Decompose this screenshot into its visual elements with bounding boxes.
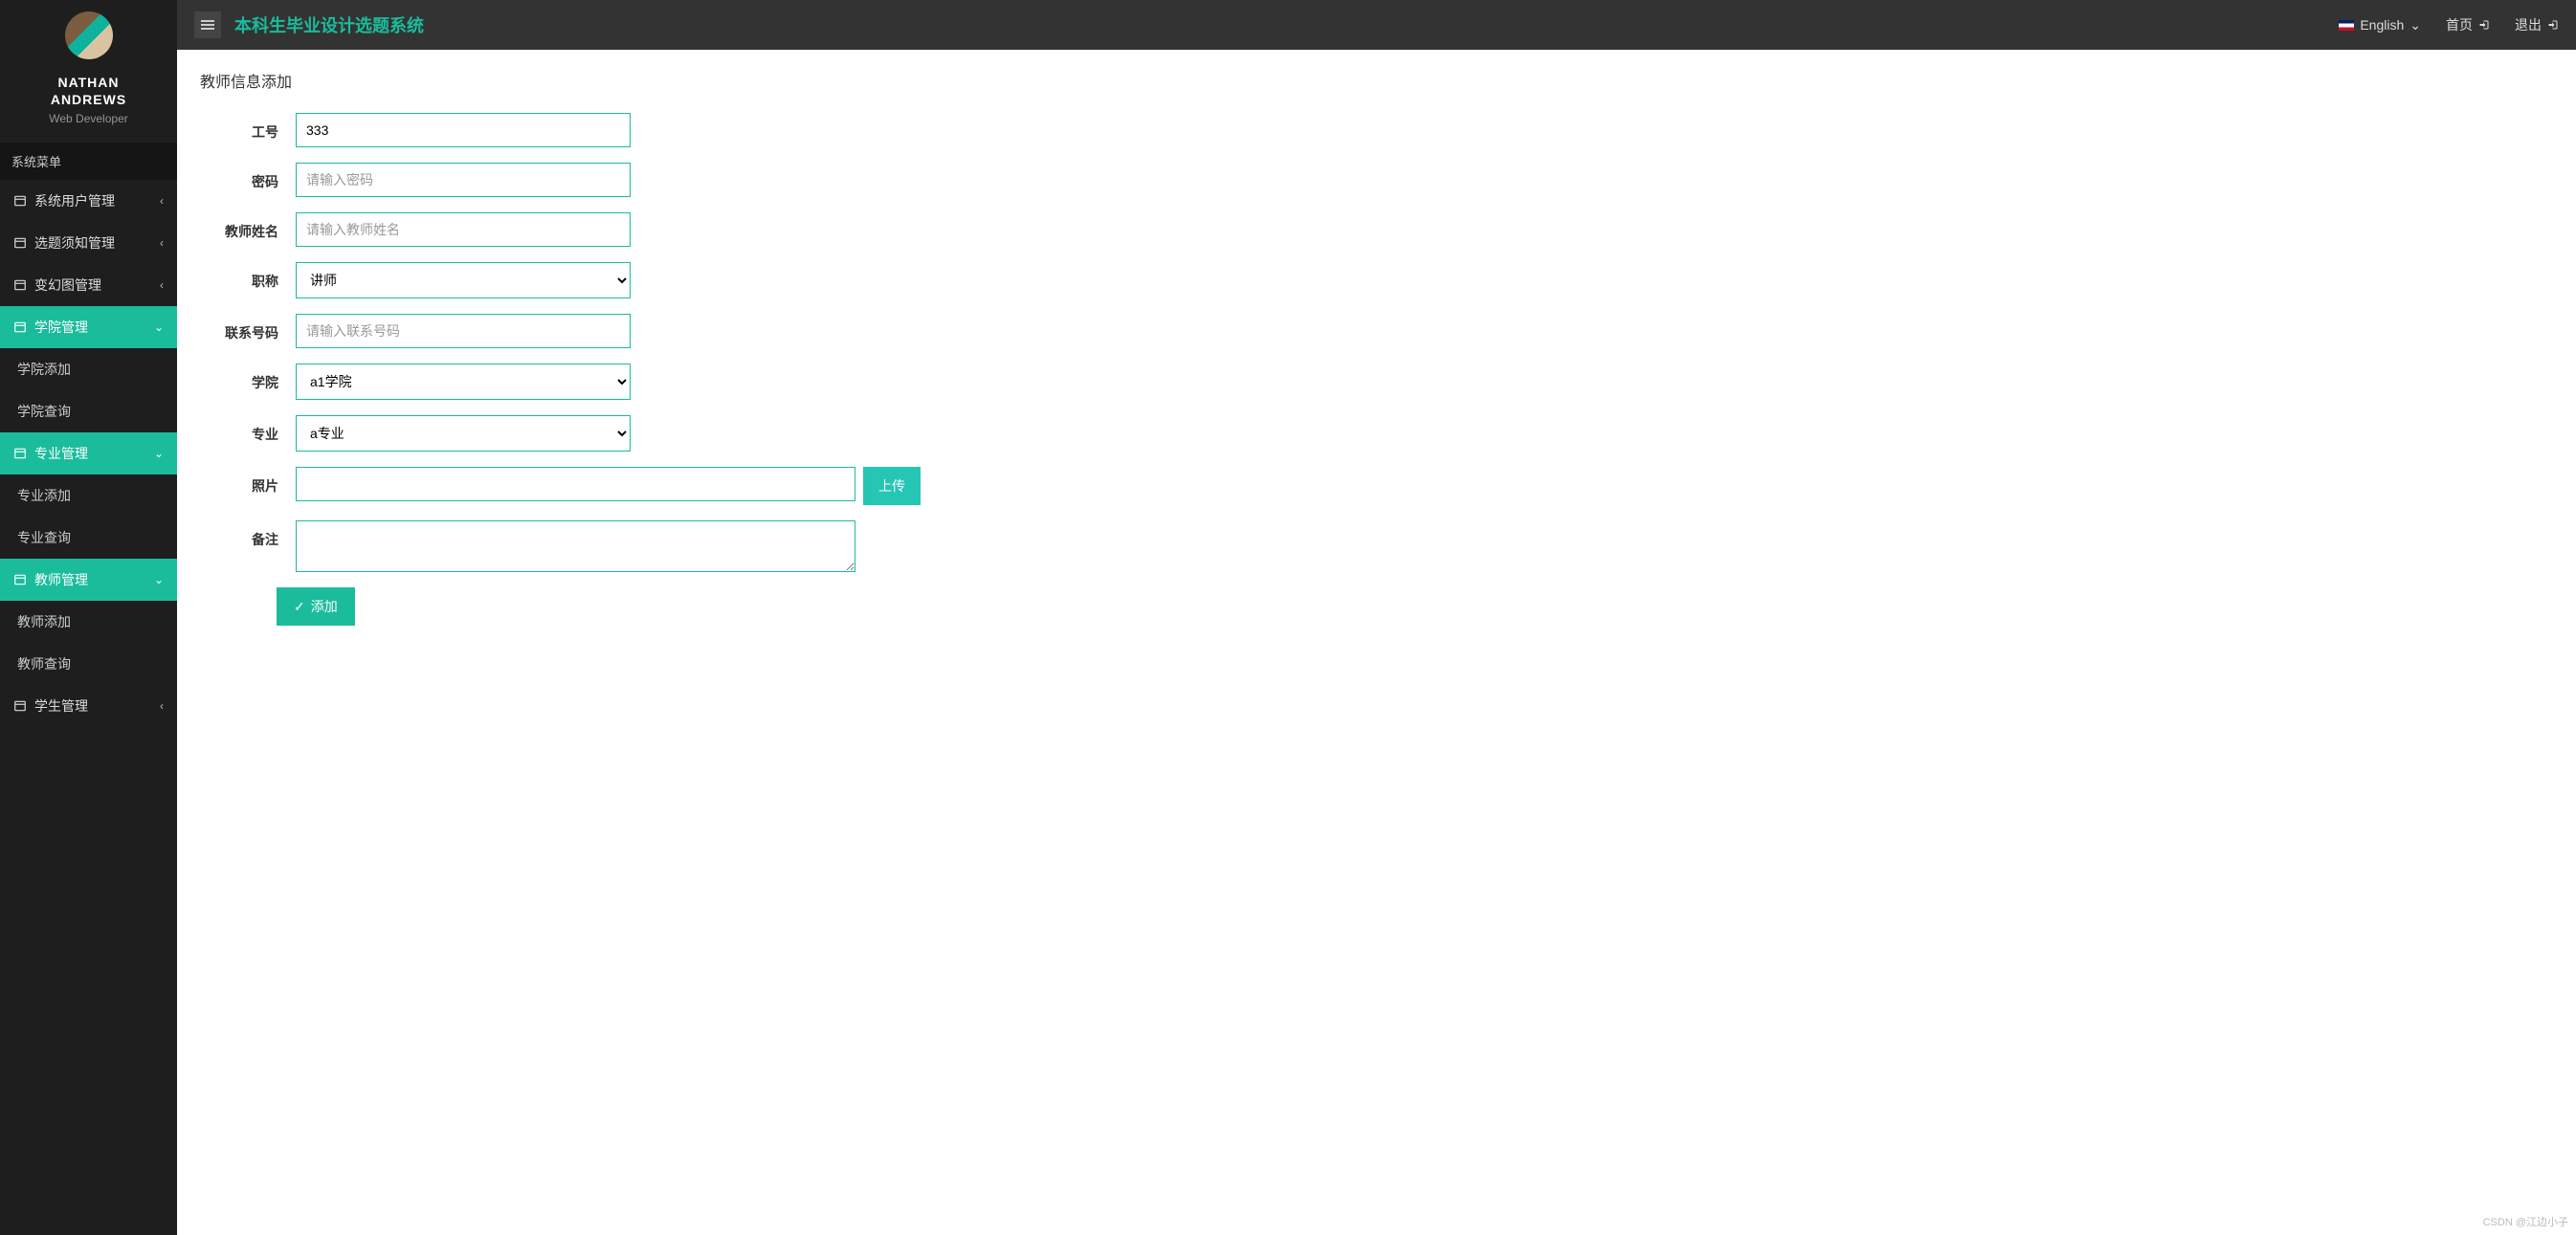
sidebar-sub-major-add[interactable]: 专业添加: [0, 474, 177, 517]
sidebar-item-label: 学生管理: [34, 696, 88, 716]
sidebar-item-label: 系统用户管理: [34, 191, 115, 210]
home-link[interactable]: 首页: [2446, 15, 2490, 34]
label-password: 密码: [200, 163, 296, 191]
avatar: [65, 11, 113, 59]
teacher-name-input[interactable]: [296, 212, 631, 247]
sidebar-item-college[interactable]: 学院管理 ⌄: [0, 306, 177, 348]
chevron-left-icon: ‹: [160, 236, 164, 250]
chevron-left-icon: ‹: [160, 699, 164, 713]
sidebar-menu-title: 系统菜单: [0, 143, 177, 180]
sidebar-sub-major-query[interactable]: 专业查询: [0, 517, 177, 559]
window-icon: [13, 447, 27, 460]
upload-button[interactable]: 上传: [863, 467, 921, 505]
chevron-down-icon: ⌄: [154, 573, 164, 586]
sidebar-sub-teacher-query[interactable]: 教师查询: [0, 643, 177, 685]
label-teacher-name: 教师姓名: [200, 212, 296, 241]
sidebar-item-student[interactable]: 学生管理 ‹: [0, 685, 177, 727]
submit-button[interactable]: ✓ 添加: [277, 587, 355, 626]
major-select[interactable]: a专业: [296, 415, 631, 452]
title-select[interactable]: 讲师: [296, 262, 631, 298]
sidebar-item-teacher[interactable]: 教师管理 ⌄: [0, 559, 177, 601]
sidebar-item-label: 变幻图管理: [34, 276, 101, 295]
label-job-no: 工号: [200, 113, 296, 142]
chevron-down-icon: ⌄: [2409, 17, 2421, 33]
label-major: 专业: [200, 415, 296, 444]
sidebar-sub-college-query[interactable]: 学院查询: [0, 390, 177, 432]
topbar: 本科生毕业设计选题系统 English ⌄ 首页 退出: [177, 0, 2576, 50]
college-select[interactable]: a1学院: [296, 364, 631, 400]
window-icon: [13, 320, 27, 334]
chevron-left-icon: ‹: [160, 194, 164, 208]
user-name-line2: ANDREWS: [51, 92, 126, 107]
watermark: CSDN @江边小子: [2483, 1214, 2568, 1229]
window-icon: [13, 278, 27, 292]
label-remark: 备注: [200, 520, 296, 549]
sidebar-item-label: 教师管理: [34, 570, 88, 589]
phone-input[interactable]: [296, 314, 631, 348]
label-college: 学院: [200, 364, 296, 392]
window-icon: [13, 699, 27, 713]
password-input[interactable]: [296, 163, 631, 197]
sidebar-item-slideshow[interactable]: 变幻图管理 ‹: [0, 264, 177, 306]
sidebar-sub-college-add[interactable]: 学院添加: [0, 348, 177, 390]
job-no-input[interactable]: [296, 113, 631, 147]
label-photo: 照片: [200, 467, 296, 496]
hamburger-icon: [201, 20, 214, 30]
content-area: 教师信息添加 工号 密码 教师姓名 职称 讲师 联系号码: [177, 50, 2576, 1235]
window-icon: [13, 573, 27, 586]
user-name: NATHAN ANDREWS: [0, 74, 177, 108]
exit-icon: [2547, 19, 2559, 31]
user-name-line1: NATHAN: [57, 75, 119, 90]
profile-block: NATHAN ANDREWS Web Developer: [0, 0, 177, 143]
window-icon: [13, 236, 27, 250]
sidebar-item-system-users[interactable]: 系统用户管理 ‹: [0, 180, 177, 222]
remark-textarea[interactable]: [296, 520, 855, 572]
logout-link[interactable]: 退出: [2515, 15, 2559, 34]
label-title: 职称: [200, 262, 296, 291]
sidebar-item-major[interactable]: 专业管理 ⌄: [0, 432, 177, 474]
language-selector[interactable]: English ⌄: [2339, 17, 2421, 33]
user-role: Web Developer: [0, 112, 177, 125]
sidebar-item-label: 选题须知管理: [34, 233, 115, 253]
sidebar-item-label: 专业管理: [34, 444, 88, 463]
logout-label: 退出: [2515, 15, 2542, 34]
flag-icon: [2339, 20, 2354, 31]
sidebar-item-topic-notice[interactable]: 选题须知管理 ‹: [0, 222, 177, 264]
chevron-down-icon: ⌄: [154, 320, 164, 334]
exit-icon: [2478, 19, 2490, 31]
sidebar-sub-teacher-add[interactable]: 教师添加: [0, 601, 177, 643]
window-icon: [13, 194, 27, 208]
app-title: 本科生毕业设计选题系统: [234, 12, 424, 37]
submit-label: 添加: [311, 597, 338, 616]
label-phone: 联系号码: [200, 314, 296, 342]
chevron-left-icon: ‹: [160, 278, 164, 292]
sidebar: NATHAN ANDREWS Web Developer 系统菜单 系统用户管理…: [0, 0, 177, 1235]
photo-input[interactable]: [296, 467, 855, 501]
home-label: 首页: [2446, 15, 2473, 34]
check-icon: ✓: [294, 599, 305, 615]
chevron-down-icon: ⌄: [154, 447, 164, 460]
page-title: 教师信息添加: [200, 69, 2553, 92]
menu-toggle-button[interactable]: [194, 11, 221, 38]
sidebar-item-label: 学院管理: [34, 318, 88, 337]
language-label: English: [2360, 17, 2404, 33]
